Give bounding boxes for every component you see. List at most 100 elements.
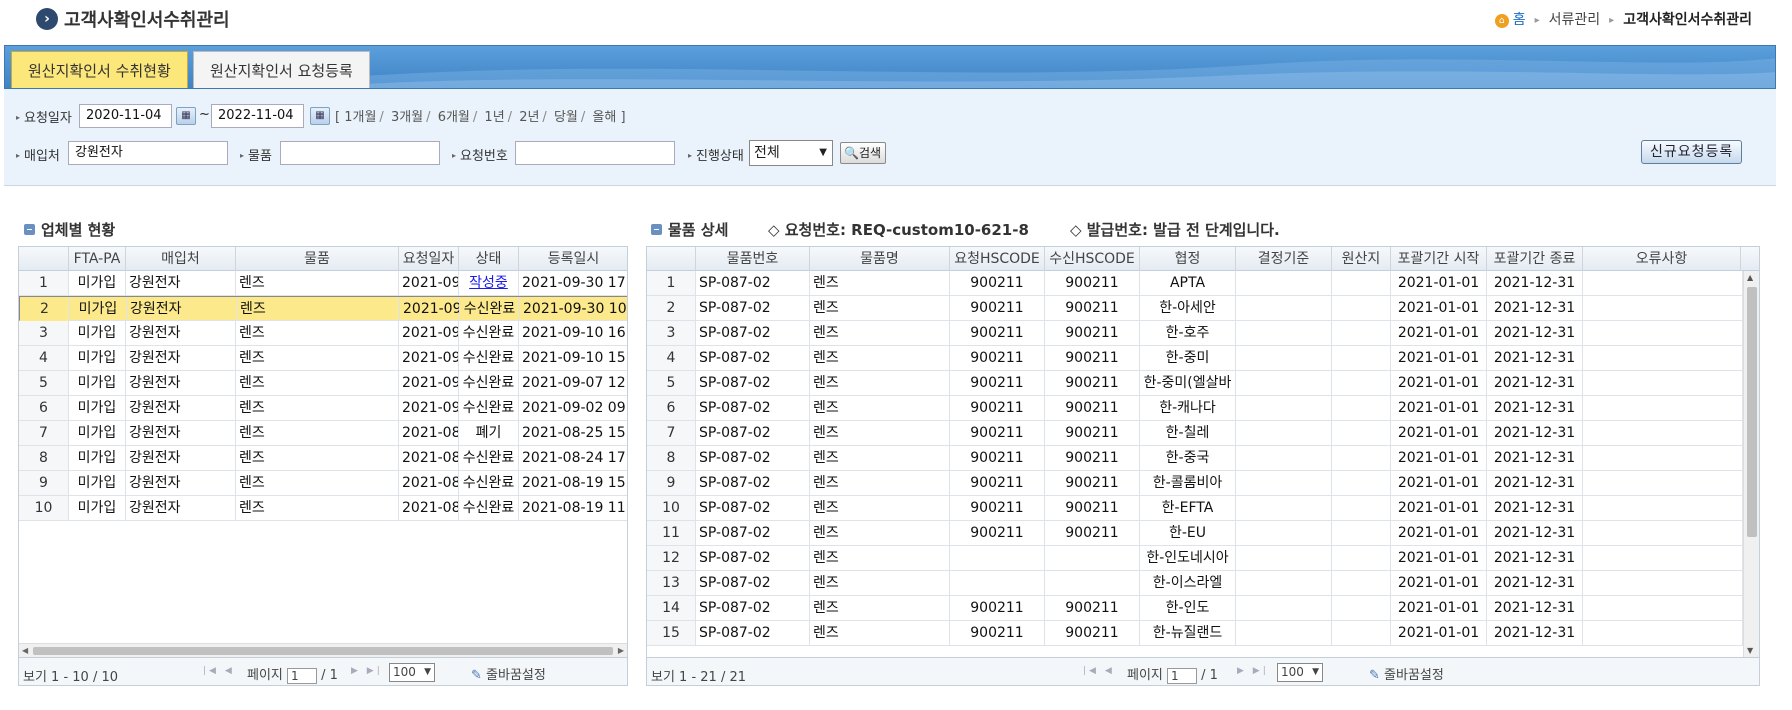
table-row[interactable]: 4 SP-087-02 렌즈 900211 900211 한-중미 2021-01-01 20…	[647, 346, 1743, 371]
search-button[interactable]: 🔍검색	[840, 142, 887, 164]
period-2year[interactable]: 2년	[519, 110, 539, 125]
pencil-icon: ✎	[471, 668, 482, 683]
table-row[interactable]: 10 SP-087-02 렌즈 900211 900211 한-EFTA 2021-01-0…	[647, 496, 1743, 521]
cell-item: 렌즈	[236, 396, 399, 420]
table-row[interactable]: 5 미가입 강원전자 렌즈 2021-09 수신완료 2021-09-07 12	[19, 371, 627, 396]
header-buyer[interactable]: 매입처	[126, 247, 236, 271]
header-origin[interactable]: 원산지	[1332, 247, 1391, 271]
table-row[interactable]: 7 미가입 강원전자 렌즈 2021-08 폐기 2021-08-25 15	[19, 421, 627, 446]
header-period-end[interactable]: 포괄기간 종료	[1487, 247, 1583, 271]
table-row[interactable]: 8 SP-087-02 렌즈 900211 900211 한-중국 2021-01-01 20…	[647, 446, 1743, 471]
section-icon	[651, 224, 662, 235]
header-status[interactable]: 상태	[459, 247, 519, 271]
calendar-icon[interactable]: ▦	[176, 107, 196, 125]
cell-origin	[1332, 496, 1391, 520]
table-row[interactable]: 1 SP-087-02 렌즈 900211 900211 APTA 2021-01-01 20…	[647, 271, 1743, 296]
period-1year[interactable]: 1년	[484, 110, 504, 125]
table-row[interactable]: 3 미가입 강원전자 렌즈 2021-09 수신완료 2021-09-10 16	[19, 321, 627, 346]
pager-next-last-icon[interactable]: ▶ ▶|	[351, 666, 383, 676]
table-row[interactable]: 12 SP-087-02 렌즈 한-인도네시아 2021-01-01 2021-12-31	[647, 546, 1743, 571]
period-1month[interactable]: 1개월	[344, 110, 376, 125]
table-row[interactable]: 10 미가입 강원전자 렌즈 2021-08 수신완료 2021-08-19 11	[19, 496, 627, 521]
header-item-name[interactable]: 물품명	[810, 247, 950, 271]
header-period-start[interactable]: 포괄기간 시작	[1391, 247, 1487, 271]
cell-decision-criteria	[1236, 371, 1332, 395]
breadcrumb-separator-icon: ▸	[1534, 15, 1540, 26]
scroll-right-icon[interactable]: ▶	[618, 644, 624, 657]
pager-page-input[interactable]: 1	[287, 667, 318, 684]
cell-buyer: 강원전자	[126, 496, 236, 520]
table-row[interactable]: 2 미가입 강원전자 렌즈 2021-09 수신완료 2021-09-30 10	[19, 296, 627, 321]
date-to-input[interactable]: 2022-11-04	[211, 104, 304, 128]
tab-receipt-status[interactable]: 원산지확인서 수취현황	[11, 51, 188, 88]
cell-reg-date: 2021-08-19 15	[519, 471, 627, 495]
cell-item: 렌즈	[236, 446, 399, 470]
page-size-select[interactable]: 100 ▼	[1277, 663, 1323, 682]
table-row[interactable]: 9 미가입 강원전자 렌즈 2021-08 수신완료 2021-08-19 15	[19, 471, 627, 496]
pager-next-last-icon[interactable]: ▶ ▶|	[1237, 666, 1269, 676]
request-no-input[interactable]	[515, 141, 675, 165]
table-row[interactable]: 13 SP-087-02 렌즈 한-이스라엘 2021-01-01 2021-12-31	[647, 571, 1743, 596]
pager-first-prev-icon[interactable]: |◀ ◀	[1083, 666, 1115, 676]
scroll-left-icon[interactable]: ◀	[22, 644, 28, 657]
right-section-title-text: 물품 상세	[668, 221, 729, 239]
scrollbar-thumb[interactable]	[33, 647, 613, 655]
header-error[interactable]: 오류사항	[1583, 247, 1741, 271]
status-select[interactable]: 전체 ▼	[749, 140, 833, 166]
header-agreement[interactable]: 협정	[1140, 247, 1236, 271]
horizontal-scrollbar[interactable]: ◀ ▶	[19, 643, 627, 657]
calendar-icon[interactable]: ▦	[310, 107, 330, 125]
wrap-setting-button[interactable]: ✎ 줄바꿈설정	[471, 664, 546, 683]
table-row[interactable]: 11 SP-087-02 렌즈 900211 900211 한-EU 2021-01-01 2…	[647, 521, 1743, 546]
table-row[interactable]: 4 미가입 강원전자 렌즈 2021-09 수신완료 2021-09-10 15	[19, 346, 627, 371]
table-row[interactable]: 7 SP-087-02 렌즈 900211 900211 한-칠레 2021-01-01 20…	[647, 421, 1743, 446]
table-row[interactable]: 1 미가입 강원전자 렌즈 2021-09 작성중 2021-09-30 17	[19, 271, 627, 296]
header-reg-date[interactable]: 등록일시	[519, 247, 627, 271]
breadcrumb-home[interactable]: 홈	[1513, 12, 1526, 28]
wrap-setting-button[interactable]: ✎ 줄바꿈설정	[1369, 664, 1444, 683]
table-row[interactable]: 6 SP-087-02 렌즈 900211 900211 한-캐나다 2021-01-01 2…	[647, 396, 1743, 421]
table-row[interactable]: 15 SP-087-02 렌즈 900211 900211 한-뉴질랜드 2021-01-0…	[647, 621, 1743, 646]
cell-agreement: 한-EU	[1140, 521, 1236, 545]
header-fta[interactable]: FTA-PA	[69, 247, 126, 271]
table-row[interactable]: 14 SP-087-02 렌즈 900211 900211 한-인도 2021-01-01 2…	[647, 596, 1743, 621]
item-input[interactable]	[280, 141, 440, 165]
new-request-button[interactable]: 신규요청등록	[1641, 140, 1743, 164]
scrollbar-thumb[interactable]	[1747, 287, 1757, 537]
header-item-code[interactable]: 물품번호	[696, 247, 810, 271]
vertical-scrollbar[interactable]: ▲ ▼	[1743, 271, 1759, 657]
cell-decision-criteria	[1236, 571, 1332, 595]
cell-reg-date: 2021-09-02 09	[519, 396, 627, 420]
header-request-hscode[interactable]: 요청HSCODE	[950, 247, 1045, 271]
status-link[interactable]: 작성중	[469, 275, 508, 291]
period-6month[interactable]: 6개월	[438, 110, 470, 125]
header-received-hscode[interactable]: 수신HSCODE	[1045, 247, 1140, 271]
scroll-up-icon[interactable]: ▲	[1747, 273, 1753, 282]
tab-request-register[interactable]: 원산지확인서 요청등록	[193, 51, 370, 88]
header-request-date[interactable]: 요청일자	[399, 247, 459, 271]
table-row[interactable]: 6 미가입 강원전자 렌즈 2021-09 수신완료 2021-09-02 09	[19, 396, 627, 421]
cell-decision-criteria	[1236, 546, 1332, 570]
header-decision-criteria[interactable]: 결정기준	[1236, 247, 1332, 271]
date-from-input[interactable]: 2020-11-04	[79, 104, 172, 128]
table-row[interactable]: 2 SP-087-02 렌즈 900211 900211 한-아세안 2021-01-01 2…	[647, 296, 1743, 321]
page-size-select[interactable]: 100 ▼	[389, 663, 435, 682]
scroll-down-icon[interactable]: ▼	[1747, 646, 1753, 655]
cell-item-code: SP-087-02	[696, 471, 810, 495]
table-row[interactable]: 9 SP-087-02 렌즈 900211 900211 한-콜롬비아 2021-01-01…	[647, 471, 1743, 496]
header-item[interactable]: 물품	[236, 247, 399, 271]
cell-agreement: 한-이스라엘	[1140, 571, 1236, 595]
table-row[interactable]: 3 SP-087-02 렌즈 900211 900211 한-호주 2021-01-01 20…	[647, 321, 1743, 346]
period-this-year[interactable]: 올해	[592, 110, 616, 125]
table-row[interactable]: 8 미가입 강원전자 렌즈 2021-08 수신완료 2021-08-24 17	[19, 446, 627, 471]
cell-buyer: 강원전자	[126, 421, 236, 445]
period-this-month[interactable]: 당월	[554, 110, 578, 125]
table-row[interactable]: 5 SP-087-02 렌즈 900211 900211 한-중미(엘살바 2021-01-…	[647, 371, 1743, 396]
period-3month[interactable]: 3개월	[391, 110, 423, 125]
pager-page-input[interactable]: 1	[1167, 667, 1198, 684]
pager-first-prev-icon[interactable]: |◀ ◀	[203, 666, 235, 676]
buyer-input[interactable]: 강원전자	[68, 141, 228, 165]
breadcrumb-level1[interactable]: 서류관리	[1549, 12, 1601, 28]
row-number: 2	[20, 297, 70, 321]
home-icon[interactable]: ⌂	[1494, 14, 1509, 28]
